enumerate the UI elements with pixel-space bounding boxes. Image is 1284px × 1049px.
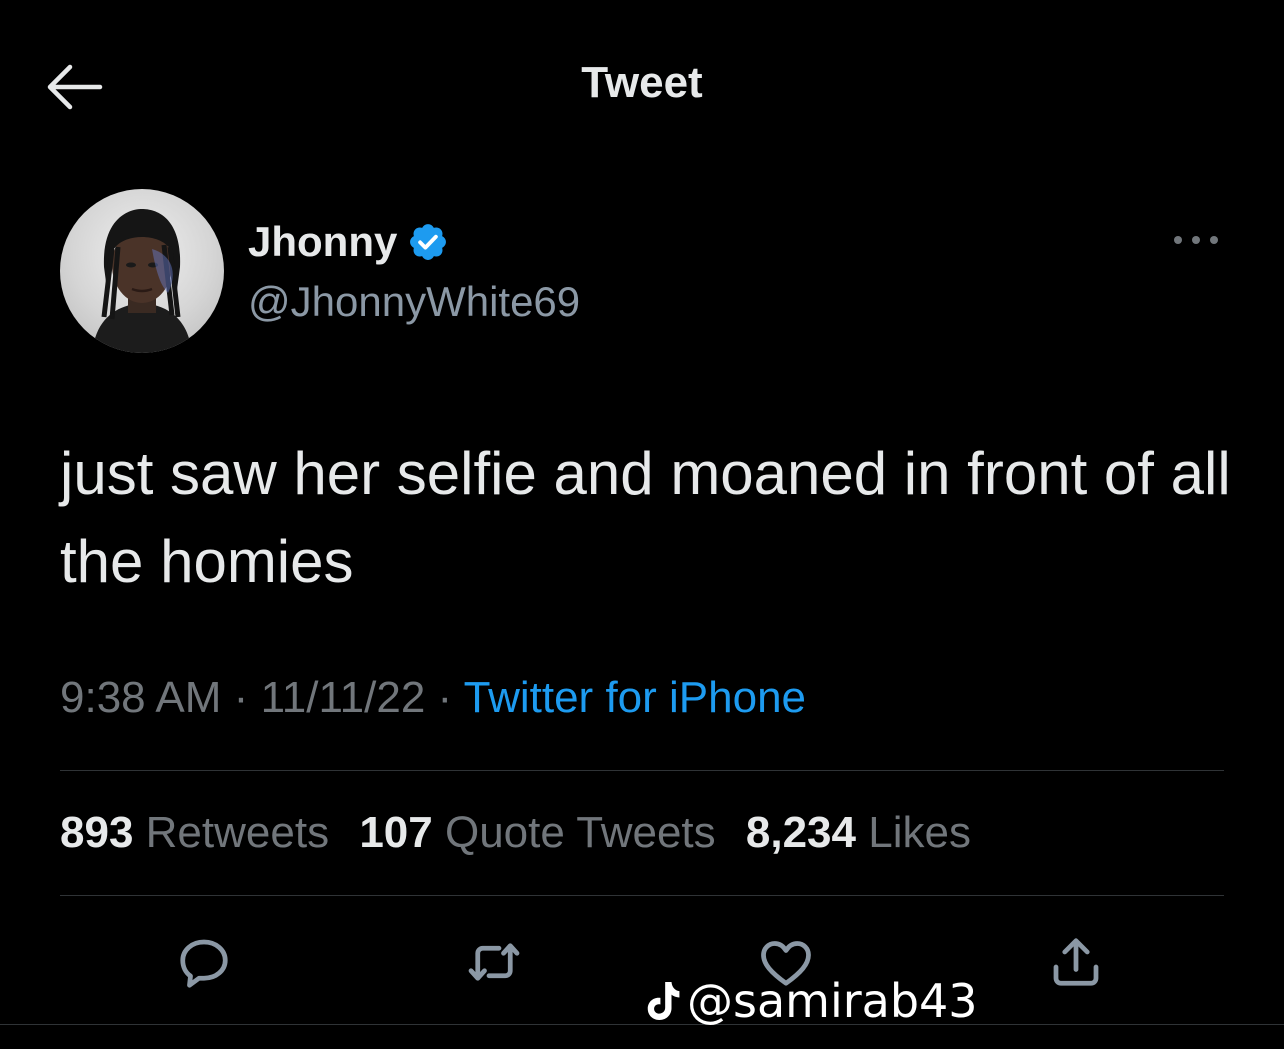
tweet-date: 11/11/22 — [260, 673, 426, 722]
tweet-stats: 893 Retweets 107 Quote Tweets 8,234 Like… — [60, 808, 989, 858]
avatar[interactable] — [60, 189, 224, 353]
page-title: Tweet — [581, 58, 703, 107]
tweet-time: 9:38 AM — [60, 673, 222, 722]
quote-tweets-count: 107 — [359, 808, 433, 857]
quote-tweets-stat[interactable]: 107 Quote Tweets — [359, 808, 715, 857]
likes-stat[interactable]: 8,234 Likes — [746, 808, 971, 857]
tiktok-icon — [647, 982, 680, 1020]
retweet-icon — [468, 943, 520, 981]
share-icon — [1053, 938, 1099, 986]
reply-icon — [180, 939, 228, 988]
retweets-stat[interactable]: 893 Retweets — [60, 808, 329, 857]
author-name[interactable]: Jhonny — [248, 218, 449, 266]
share-button[interactable] — [1046, 932, 1106, 992]
reply-button[interactable] — [174, 932, 234, 992]
author-name-text: Jhonny — [248, 218, 398, 265]
tweet-meta: 9:38 AM · 11/11/22 · Twitter for iPhone — [60, 673, 806, 723]
tiktok-watermark: @samirab43 — [643, 974, 978, 1028]
more-options-button[interactable] — [1170, 225, 1222, 255]
retweets-count: 893 — [60, 808, 134, 857]
top-bar: Tweet — [0, 0, 1284, 175]
watermark-handle: @samirab43 — [687, 974, 978, 1028]
author-handle[interactable]: @JhonnyWhite69 — [248, 278, 580, 326]
verified-badge-icon — [410, 224, 447, 260]
more-dots-icon — [1174, 236, 1218, 244]
avatar-image — [92, 209, 192, 353]
likes-count: 8,234 — [745, 808, 856, 857]
meta-separator: · — [233, 673, 249, 722]
retweets-label: Retweets — [145, 808, 330, 857]
divider — [60, 895, 1224, 896]
tweet-text: just saw her selfie and moaned in front … — [60, 440, 1231, 595]
divider — [60, 770, 1224, 771]
divider — [0, 1024, 1284, 1025]
retweet-button[interactable] — [464, 932, 524, 992]
tweet-source-link[interactable]: Twitter for iPhone — [464, 673, 806, 722]
likes-label: Likes — [868, 808, 971, 857]
meta-separator: · — [437, 673, 453, 722]
quote-tweets-label: Quote Tweets — [444, 808, 716, 857]
